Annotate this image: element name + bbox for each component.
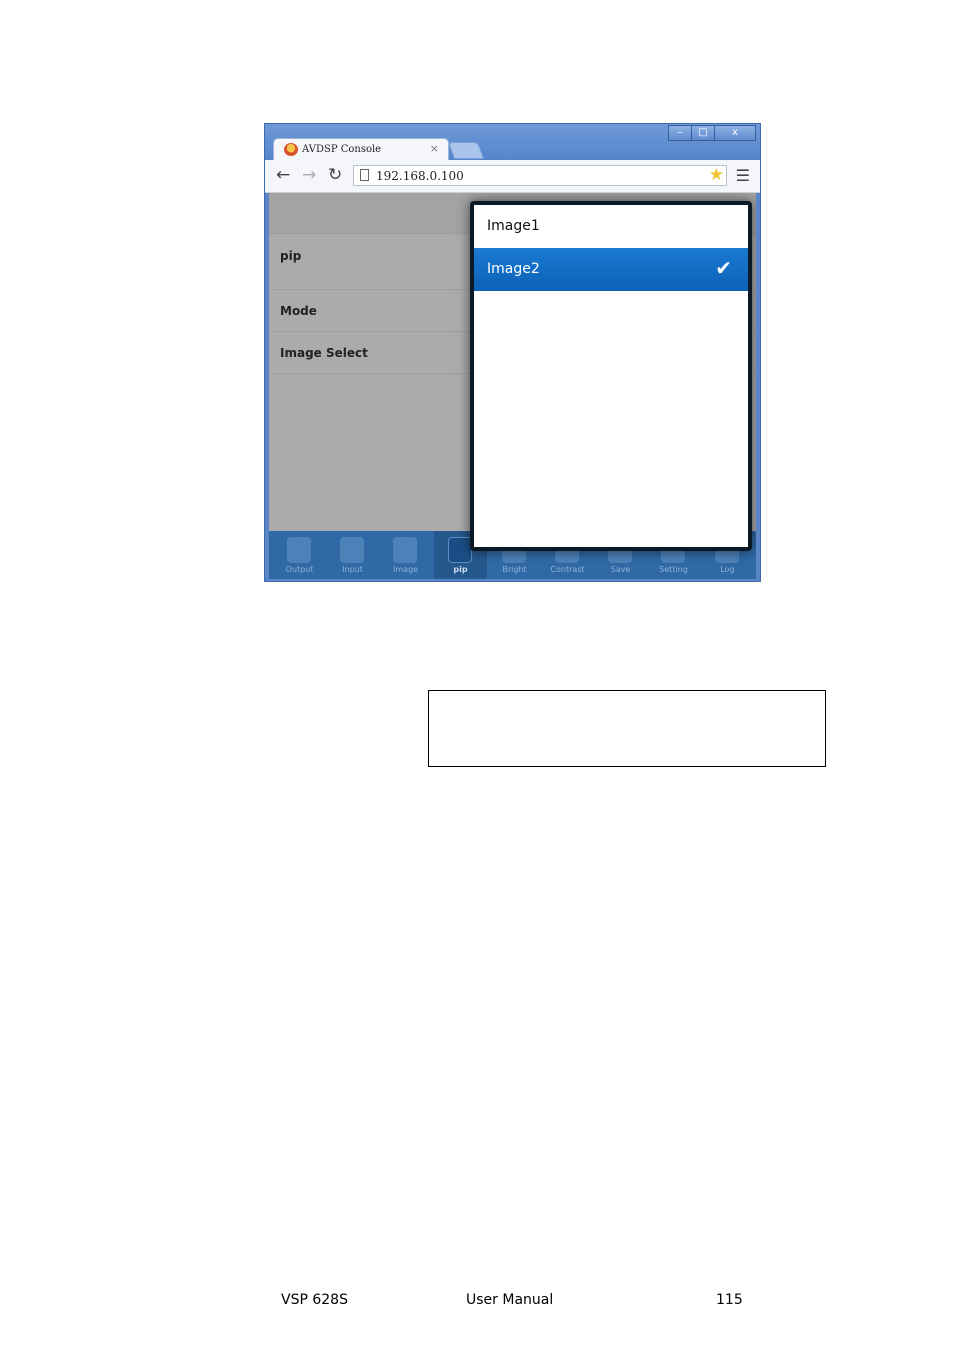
footer-label: Input: [342, 565, 363, 574]
caption-box: [428, 690, 826, 767]
pip-icon: [448, 537, 472, 563]
footer-input-button[interactable]: Input: [326, 531, 379, 579]
back-arrow-icon[interactable]: ←: [276, 166, 290, 184]
footer-model: VSP 628S: [281, 1292, 348, 1308]
output-icon: [287, 537, 311, 563]
tab-close-icon[interactable]: ×: [430, 142, 439, 155]
menu-icon[interactable]: ☰: [736, 166, 750, 185]
footer-doc-title: User Manual: [466, 1292, 554, 1308]
close-window-button[interactable]: x: [714, 125, 756, 141]
option-label: Image2: [487, 261, 540, 277]
row-label: Mode: [280, 304, 317, 318]
app-logo-icon: [284, 143, 298, 156]
footer-label: pip: [453, 565, 468, 574]
row-label: Image Select: [280, 346, 368, 360]
page-icon: [360, 169, 369, 181]
footer-page-number: 115: [716, 1292, 743, 1308]
address-bar[interactable]: 192.168.0.100 ★: [353, 165, 727, 186]
row-label: pip: [280, 249, 302, 263]
footer-label: Output: [285, 565, 314, 574]
web-app: pip Mode Image Select Output Input Image: [269, 193, 756, 579]
bookmark-star-icon[interactable]: ★: [709, 165, 724, 185]
input-icon: [340, 537, 364, 563]
footer-output-button[interactable]: Output: [273, 531, 326, 579]
minimize-button[interactable]: –: [668, 125, 692, 141]
new-tab-button[interactable]: [447, 142, 485, 159]
window-controls: – □ x: [668, 125, 756, 141]
footer-label: Image: [392, 565, 419, 574]
footer-label: Bright: [502, 565, 527, 574]
tab-title: AVDSP Console: [302, 144, 382, 155]
title-bar: – □ x AVDSP Console ×: [265, 124, 760, 161]
image-select-popup: Image1 Image2 ✔: [470, 201, 752, 551]
option-image2[interactable]: Image2 ✔: [474, 248, 748, 291]
popup-list: Image1 Image2 ✔: [474, 205, 748, 547]
option-label: Image1: [487, 218, 540, 234]
browser-toolbar: ← → ↻ 192.168.0.100 ★ ☰: [265, 160, 760, 193]
footer-label: Save: [610, 565, 631, 574]
browser-tab[interactable]: AVDSP Console ×: [273, 138, 449, 161]
option-image1[interactable]: Image1: [474, 205, 748, 248]
footer-label: Setting: [659, 565, 688, 574]
image-icon: [393, 537, 417, 563]
reload-icon[interactable]: ↻: [328, 166, 342, 184]
footer-label: Contrast: [550, 565, 585, 574]
forward-arrow-icon[interactable]: →: [302, 166, 316, 184]
checkmark-icon: ✔: [715, 256, 732, 280]
maximize-button[interactable]: □: [691, 125, 715, 141]
url-text: 192.168.0.100: [376, 169, 464, 183]
footer-label: Log: [720, 565, 735, 574]
browser-window: – □ x AVDSP Console × ← → ↻ 192.168.0.10…: [264, 123, 761, 582]
footer-image-button[interactable]: Image: [379, 531, 432, 579]
